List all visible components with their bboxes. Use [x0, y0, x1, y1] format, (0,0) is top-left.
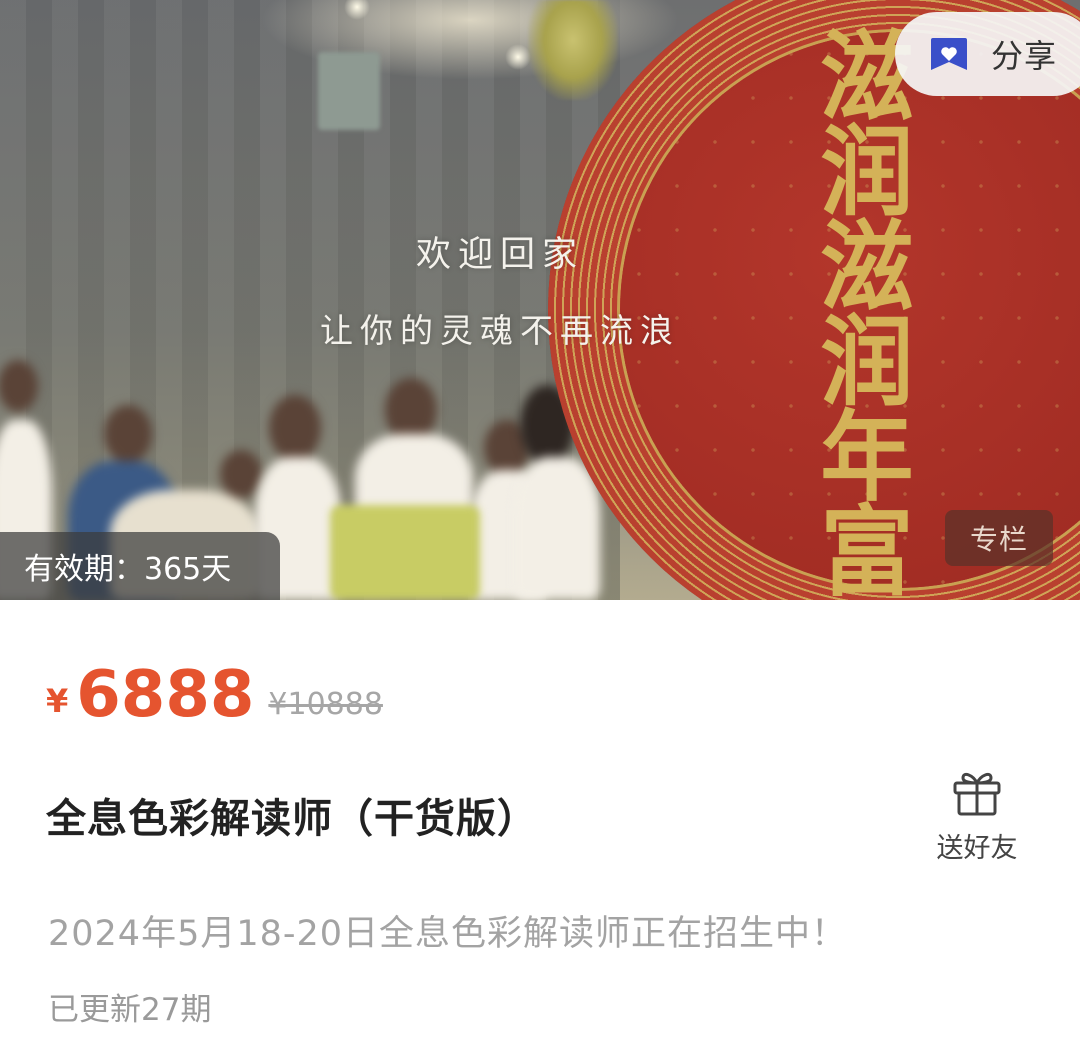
- course-subtitle: 2024年5月18-20日全息色彩解读师正在招生中！: [48, 914, 848, 954]
- banner-welcome-subtitle: 让你的灵魂不再流浪: [320, 311, 680, 350]
- share-label: 分享: [991, 37, 1058, 75]
- validity-badge: 有效期：365天: [0, 532, 280, 600]
- course-title: 全息色彩解读师（干货版）: [46, 796, 538, 842]
- banner-wall-sign: [318, 52, 380, 130]
- current-price: 6888: [76, 658, 255, 732]
- share-heart-icon: [931, 38, 967, 70]
- banner-table: [330, 505, 480, 600]
- course-banner-image[interactable]: 滋润滋润年富一年 欢迎回家 让你的灵魂不再流浪 分享 专栏 有效期：365天: [0, 0, 1080, 600]
- gift-icon: [953, 772, 1001, 816]
- gift-label: 送好友: [936, 833, 1018, 864]
- update-count: 已更新27期: [48, 992, 212, 1028]
- share-button[interactable]: 分享: [895, 12, 1080, 96]
- banner-welcome-title: 欢迎回家: [415, 235, 584, 275]
- column-tag-badge: 专栏: [945, 510, 1053, 566]
- price-row: ¥ 6888 ¥10888: [46, 650, 383, 730]
- gift-to-friend-button[interactable]: 送好友: [925, 766, 1029, 865]
- banner-calligraphy: 滋润滋润年富一年: [820, 20, 914, 601]
- product-page: 滋润滋润年富一年 欢迎回家 让你的灵魂不再流浪 分享 专栏 有效期：365天 ¥…: [0, 0, 1080, 1053]
- price-currency-symbol: ¥: [46, 682, 69, 720]
- original-price: ¥10888: [268, 687, 383, 722]
- banner-plant: [528, 0, 618, 100]
